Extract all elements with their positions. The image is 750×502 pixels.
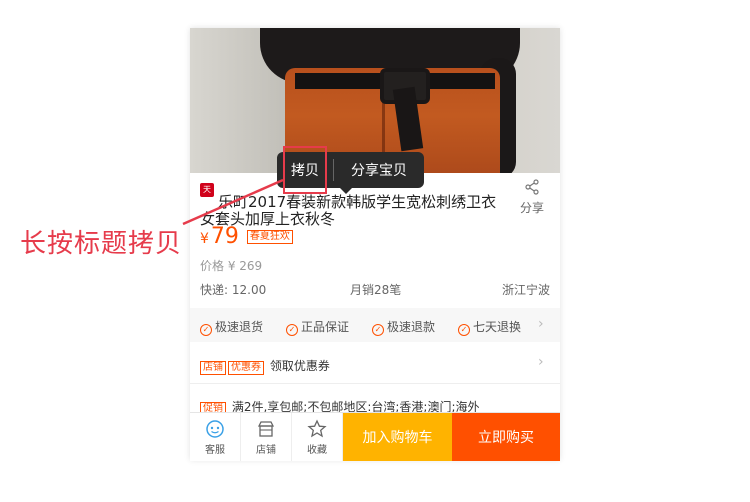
annotation-pointer <box>182 178 284 226</box>
